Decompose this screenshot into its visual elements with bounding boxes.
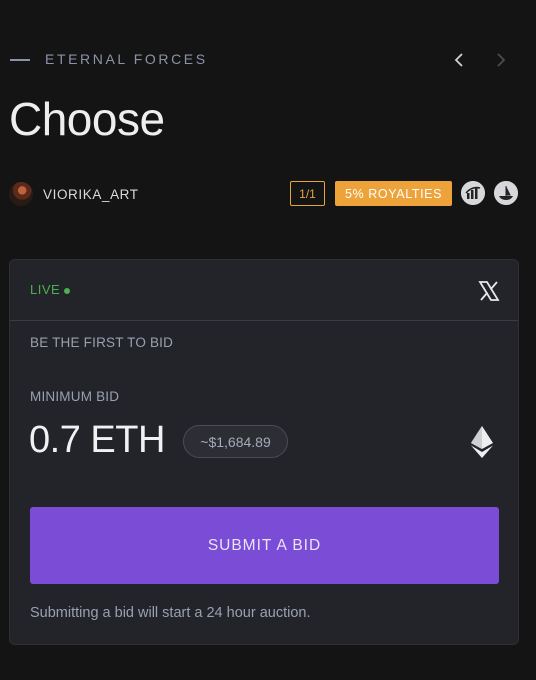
auction-card: LIVE BE THE FIRST TO BID MINIMUM BID 0.7… (9, 259, 519, 645)
x-logo-icon[interactable] (478, 280, 500, 302)
card-divider (10, 320, 518, 321)
edition-badge: 1/1 (290, 181, 325, 206)
opensea-icon[interactable] (494, 181, 518, 205)
royalties-badge: 5% ROYALTIES (335, 181, 452, 206)
minimum-bid-label: MINIMUM BID (30, 389, 120, 404)
first-bid-text: BE THE FIRST TO BID (30, 335, 174, 350)
collection-dash (10, 59, 30, 61)
submit-bid-button[interactable]: SUBMIT A BID (30, 507, 499, 584)
avatar[interactable] (9, 182, 33, 206)
auction-note: Submitting a bid will start a 24 hour au… (30, 605, 311, 621)
collection-header: ETERNAL FORCES (10, 50, 516, 70)
live-dot-icon (64, 287, 71, 294)
minimum-bid-value: 0.7 ETH (29, 419, 165, 461)
ethereum-icon (471, 426, 493, 458)
live-status: LIVE (30, 282, 71, 297)
chevron-left-icon[interactable] (450, 50, 470, 70)
artwork-title: Choose (9, 93, 165, 145)
chevron-right-icon[interactable] (490, 50, 510, 70)
collection-name[interactable]: ETERNAL FORCES (45, 51, 208, 67)
artist-row: VIORIKA_ART 1/1 5% ROYALTIES (9, 180, 520, 208)
usd-estimate-badge: ~$1,684.89 (183, 425, 288, 458)
live-label: LIVE (30, 282, 61, 297)
artist-name[interactable]: VIORIKA_ART (43, 187, 139, 202)
rarible-icon[interactable] (461, 181, 485, 205)
